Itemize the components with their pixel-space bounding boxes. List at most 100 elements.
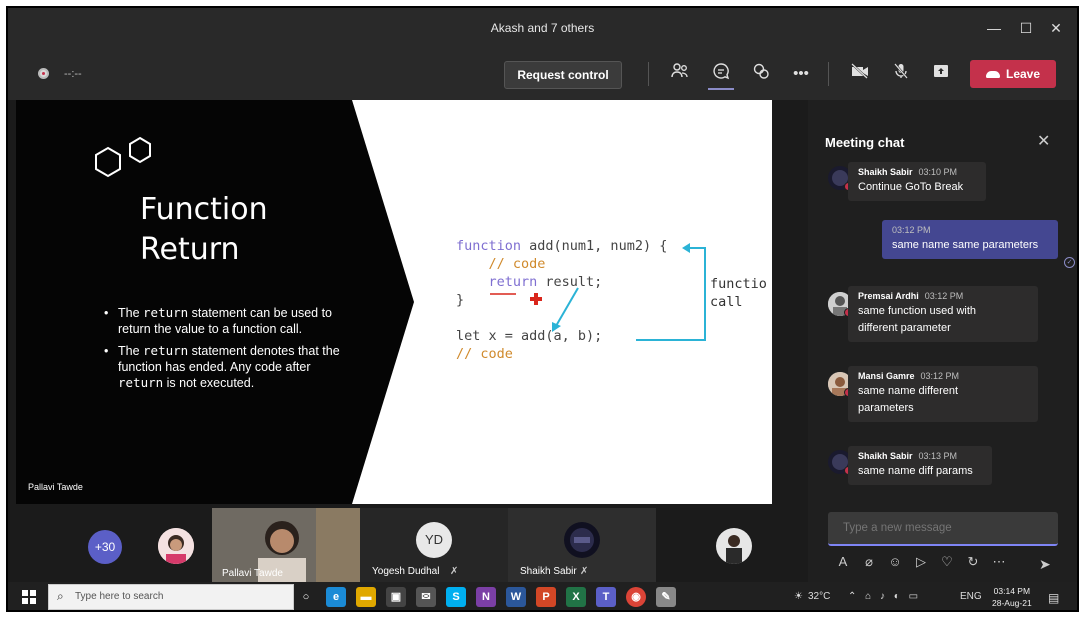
mail-icon[interactable]: ✉ xyxy=(416,587,436,607)
more-actions-button[interactable]: ••• xyxy=(788,62,814,86)
emoji-icon[interactable]: ☺ xyxy=(886,554,904,569)
participant-name: Yogesh Dudhal xyxy=(372,566,440,577)
call-label-line: call xyxy=(710,294,743,310)
edge-icon[interactable]: e xyxy=(326,587,346,607)
weather-temp[interactable]: 32°C xyxy=(808,591,830,602)
close-window-button[interactable]: ✕ xyxy=(1044,17,1068,39)
message-input[interactable] xyxy=(841,521,1045,535)
language-indicator[interactable]: ENG xyxy=(960,591,982,602)
participant-name: Pallavi Tawde xyxy=(222,568,283,579)
message-text: Continue GoTo Break xyxy=(858,181,964,193)
teams-window: Akash and 7 others — ☐ ✕ --:-- Request c… xyxy=(6,6,1079,612)
cortana-icon[interactable]: ○ xyxy=(296,587,316,607)
search-placeholder: Type here to search xyxy=(75,591,164,602)
mic-muted-icon: ✗ xyxy=(580,566,589,577)
word-icon[interactable]: W xyxy=(506,587,526,607)
video-tile: Pallavi Tawde xyxy=(212,508,360,582)
compose-toolbar: A ⌀ ☺ ▷ ♡ ↻ ⋯ xyxy=(828,554,1058,574)
toolbar-divider xyxy=(648,62,649,86)
request-control-button[interactable]: Request control xyxy=(504,61,622,89)
camera-off-icon[interactable] xyxy=(847,62,873,86)
message-sender: Shaikh Sabir xyxy=(858,167,913,177)
message-text: different parameter xyxy=(858,322,951,334)
call-arrows-icon xyxy=(490,243,706,341)
video-tile: YD Yogesh Dudhal ✗ xyxy=(360,508,508,582)
call-label-line: functio xyxy=(710,276,767,292)
leave-button[interactable]: Leave xyxy=(970,60,1056,88)
message-text: parameters xyxy=(858,402,914,414)
excel-icon[interactable]: X xyxy=(566,587,586,607)
format-icon[interactable]: A xyxy=(834,554,852,569)
mic-muted-icon: ✗ xyxy=(450,566,459,577)
message-time: 03:12 PM xyxy=(892,225,931,235)
minimize-button[interactable]: — xyxy=(982,17,1006,39)
search-icon: ⌕ xyxy=(57,589,64,603)
participants-icon[interactable] xyxy=(667,62,693,86)
windows-start-icon[interactable] xyxy=(22,590,36,604)
chat-message: Premsai Ardhi 03:12 PM same function used… xyxy=(848,286,1038,342)
title-bar: Akash and 7 others — ☐ ✕ xyxy=(8,8,1077,50)
maximize-button[interactable]: ☐ xyxy=(1014,17,1038,39)
avatar-initials: YD xyxy=(416,522,452,558)
phone-hangup-icon xyxy=(985,71,1000,79)
more-options-icon[interactable]: ⋯ xyxy=(990,554,1008,570)
compose-box[interactable] xyxy=(828,512,1058,546)
send-icon[interactable]: ➤ xyxy=(1039,556,1051,573)
avatar xyxy=(564,522,600,558)
message-time: 03:10 PM xyxy=(918,167,958,177)
chat-message: Shaikh Sabir 03:13 PM same name diff para… xyxy=(848,446,992,485)
toolbar-divider xyxy=(828,62,829,86)
notifications-icon[interactable]: ▤ xyxy=(1048,591,1059,605)
weather-icon: ☀ xyxy=(794,591,803,602)
presentation-slide: Function Return The return statement can… xyxy=(16,100,772,504)
file-explorer-icon[interactable]: ▬ xyxy=(356,587,376,607)
sticker-icon[interactable]: ♡ xyxy=(938,554,956,570)
chrome-icon[interactable]: ◉ xyxy=(626,587,646,607)
powerpoint-icon[interactable]: P xyxy=(536,587,556,607)
message-text: same name diff params xyxy=(858,465,973,477)
message-time: 03:12 PM xyxy=(924,291,964,301)
clock-time: 03:14 PM xyxy=(993,586,1031,596)
more-participants-badge[interactable]: +30 xyxy=(88,530,122,564)
tray-icons[interactable]: ⌃ ⌂ ♪ ◐ ▭ xyxy=(848,591,921,602)
skype-icon[interactable]: S xyxy=(446,587,466,607)
meeting-timer: --:-- xyxy=(64,68,82,80)
chat-message: Mansi Gamre 03:12 PM same name different … xyxy=(848,366,1038,422)
gif-icon[interactable]: ▷ xyxy=(912,554,930,570)
recording-indicator-icon xyxy=(38,68,49,79)
chat-icon[interactable] xyxy=(708,62,734,86)
function-call-label: functio call xyxy=(710,275,767,311)
video-tile: Shaikh Sabir ✗ xyxy=(508,508,656,582)
loop-icon[interactable]: ↻ xyxy=(964,554,982,570)
attach-icon[interactable]: ⌀ xyxy=(860,554,878,570)
share-screen-icon[interactable] xyxy=(928,62,954,86)
onenote-icon[interactable]: N xyxy=(476,587,496,607)
window-title: Akash and 7 others xyxy=(490,21,595,35)
chat-active-indicator xyxy=(708,88,734,90)
store-icon[interactable]: ▣ xyxy=(386,587,406,607)
clock-date: 28-Aug-21 xyxy=(992,598,1032,608)
leave-label: Leave xyxy=(1005,67,1041,81)
message-time: 03:13 PM xyxy=(918,451,958,461)
meeting-chat-panel: Meeting chat ✕ Shaikh Sabir 03:10 PM Cont… xyxy=(808,100,1077,610)
message-text: same name different xyxy=(858,385,959,397)
teams-icon[interactable]: T xyxy=(596,587,616,607)
taskbar-clock[interactable]: 03:14 PM 28-Aug-21 xyxy=(992,585,1032,609)
paint-icon[interactable]: ✎ xyxy=(656,587,676,607)
shared-screen: Function Return The return statement can… xyxy=(8,100,808,508)
taskbar-search[interactable]: ⌕ Type here to search xyxy=(48,584,294,610)
seen-check-icon: ✓ xyxy=(1064,257,1075,268)
chat-message-own: 03:12 PM same name same parameters xyxy=(882,220,1058,259)
close-chat-icon[interactable]: ✕ xyxy=(1037,131,1050,151)
message-time: 03:12 PM xyxy=(920,371,960,381)
avatar xyxy=(716,528,752,564)
participant-strip: +30 Pallavi Tawde YD Yogesh Dudhal ✗ Sha… xyxy=(8,508,808,582)
chat-message: Shaikh Sabir 03:10 PM Continue GoTo Break xyxy=(848,162,986,201)
reactions-icon[interactable] xyxy=(748,62,774,86)
meeting-toolbar: --:-- Request control ••• Leave xyxy=(8,50,1077,100)
mic-muted-icon[interactable] xyxy=(888,62,914,86)
windows-taskbar: ⌕ Type here to search ○ e ▬ ▣ ✉ S N W P … xyxy=(8,582,1077,610)
message-text: same name same parameters xyxy=(892,239,1039,251)
message-sender: Shaikh Sabir xyxy=(858,451,913,461)
avatar xyxy=(158,528,194,564)
